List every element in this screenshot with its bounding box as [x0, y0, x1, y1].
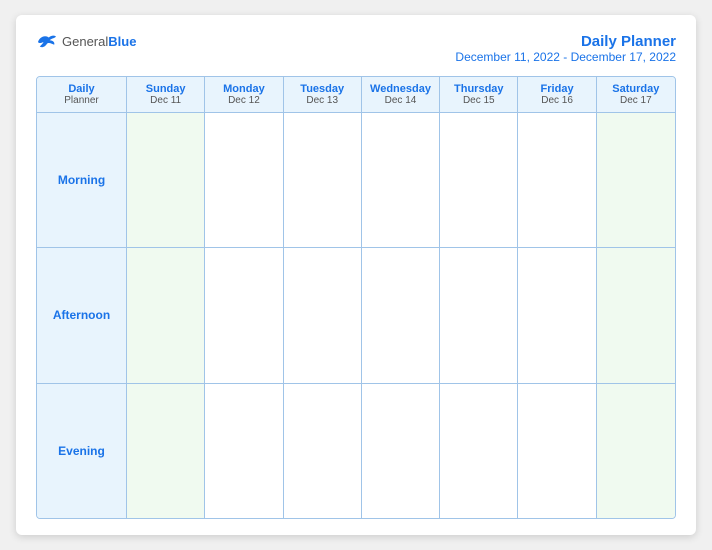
header-thursday: Thursday Dec 15 [440, 77, 518, 112]
saturday-date: Dec 17 [601, 95, 671, 106]
afternoon-label: Afternoon [37, 248, 127, 382]
header-row: Daily Planner Sunday Dec 11 Monday Dec 1… [37, 77, 675, 113]
morning-monday[interactable] [205, 113, 283, 247]
evening-tuesday[interactable] [284, 384, 362, 518]
header-monday: Monday Dec 12 [205, 77, 283, 112]
wednesday-date: Dec 14 [366, 95, 435, 106]
afternoon-saturday[interactable] [597, 248, 675, 382]
afternoon-thursday[interactable] [440, 248, 518, 382]
afternoon-wednesday[interactable] [362, 248, 440, 382]
logo-area: GeneralBlue [36, 33, 136, 51]
sunday-date: Dec 11 [131, 95, 200, 106]
morning-tuesday[interactable] [284, 113, 362, 247]
logo-bird-icon [36, 33, 58, 51]
calendar-table: Daily Planner Sunday Dec 11 Monday Dec 1… [36, 76, 676, 519]
evening-friday[interactable] [518, 384, 596, 518]
tuesday-name: Tuesday [288, 83, 357, 95]
evening-monday[interactable] [205, 384, 283, 518]
monday-date: Dec 12 [209, 95, 278, 106]
morning-sunday[interactable] [127, 113, 205, 247]
friday-date: Dec 16 [522, 95, 591, 106]
logo-text: GeneralBlue [62, 33, 136, 51]
evening-wednesday[interactable] [362, 384, 440, 518]
planner-page: GeneralBlue Daily Planner December 11, 2… [16, 15, 696, 535]
header-label-line2: Planner [64, 95, 98, 106]
saturday-name: Saturday [601, 83, 671, 95]
afternoon-row: Afternoon [37, 248, 675, 383]
body-rows: Morning Afternoon [37, 113, 675, 518]
afternoon-tuesday[interactable] [284, 248, 362, 382]
evening-label: Evening [37, 384, 127, 518]
morning-wednesday[interactable] [362, 113, 440, 247]
tuesday-date: Dec 13 [288, 95, 357, 106]
afternoon-sunday[interactable] [127, 248, 205, 382]
header-wednesday: Wednesday Dec 14 [362, 77, 440, 112]
morning-friday[interactable] [518, 113, 596, 247]
morning-label: Morning [37, 113, 127, 247]
title-area: Daily Planner December 11, 2022 - Decemb… [455, 33, 676, 64]
header-tuesday: Tuesday Dec 13 [284, 77, 362, 112]
logo-general: General [62, 34, 108, 49]
wednesday-name: Wednesday [366, 83, 435, 95]
header-friday: Friday Dec 16 [518, 77, 596, 112]
header-label-cell: Daily Planner [37, 77, 127, 112]
afternoon-friday[interactable] [518, 248, 596, 382]
evening-row: Evening [37, 384, 675, 518]
planner-subtitle: December 11, 2022 - December 17, 2022 [455, 50, 676, 64]
thursday-date: Dec 15 [444, 95, 513, 106]
thursday-name: Thursday [444, 83, 513, 95]
evening-saturday[interactable] [597, 384, 675, 518]
header-sunday: Sunday Dec 11 [127, 77, 205, 112]
evening-thursday[interactable] [440, 384, 518, 518]
header-saturday: Saturday Dec 17 [597, 77, 675, 112]
top-header: GeneralBlue Daily Planner December 11, 2… [36, 33, 676, 64]
morning-thursday[interactable] [440, 113, 518, 247]
header-label-line1: Daily [68, 83, 94, 95]
evening-sunday[interactable] [127, 384, 205, 518]
friday-name: Friday [522, 83, 591, 95]
sunday-name: Sunday [131, 83, 200, 95]
morning-row: Morning [37, 113, 675, 248]
planner-title: Daily Planner [455, 33, 676, 50]
monday-name: Monday [209, 83, 278, 95]
logo-blue: Blue [108, 34, 136, 49]
morning-saturday[interactable] [597, 113, 675, 247]
afternoon-monday[interactable] [205, 248, 283, 382]
